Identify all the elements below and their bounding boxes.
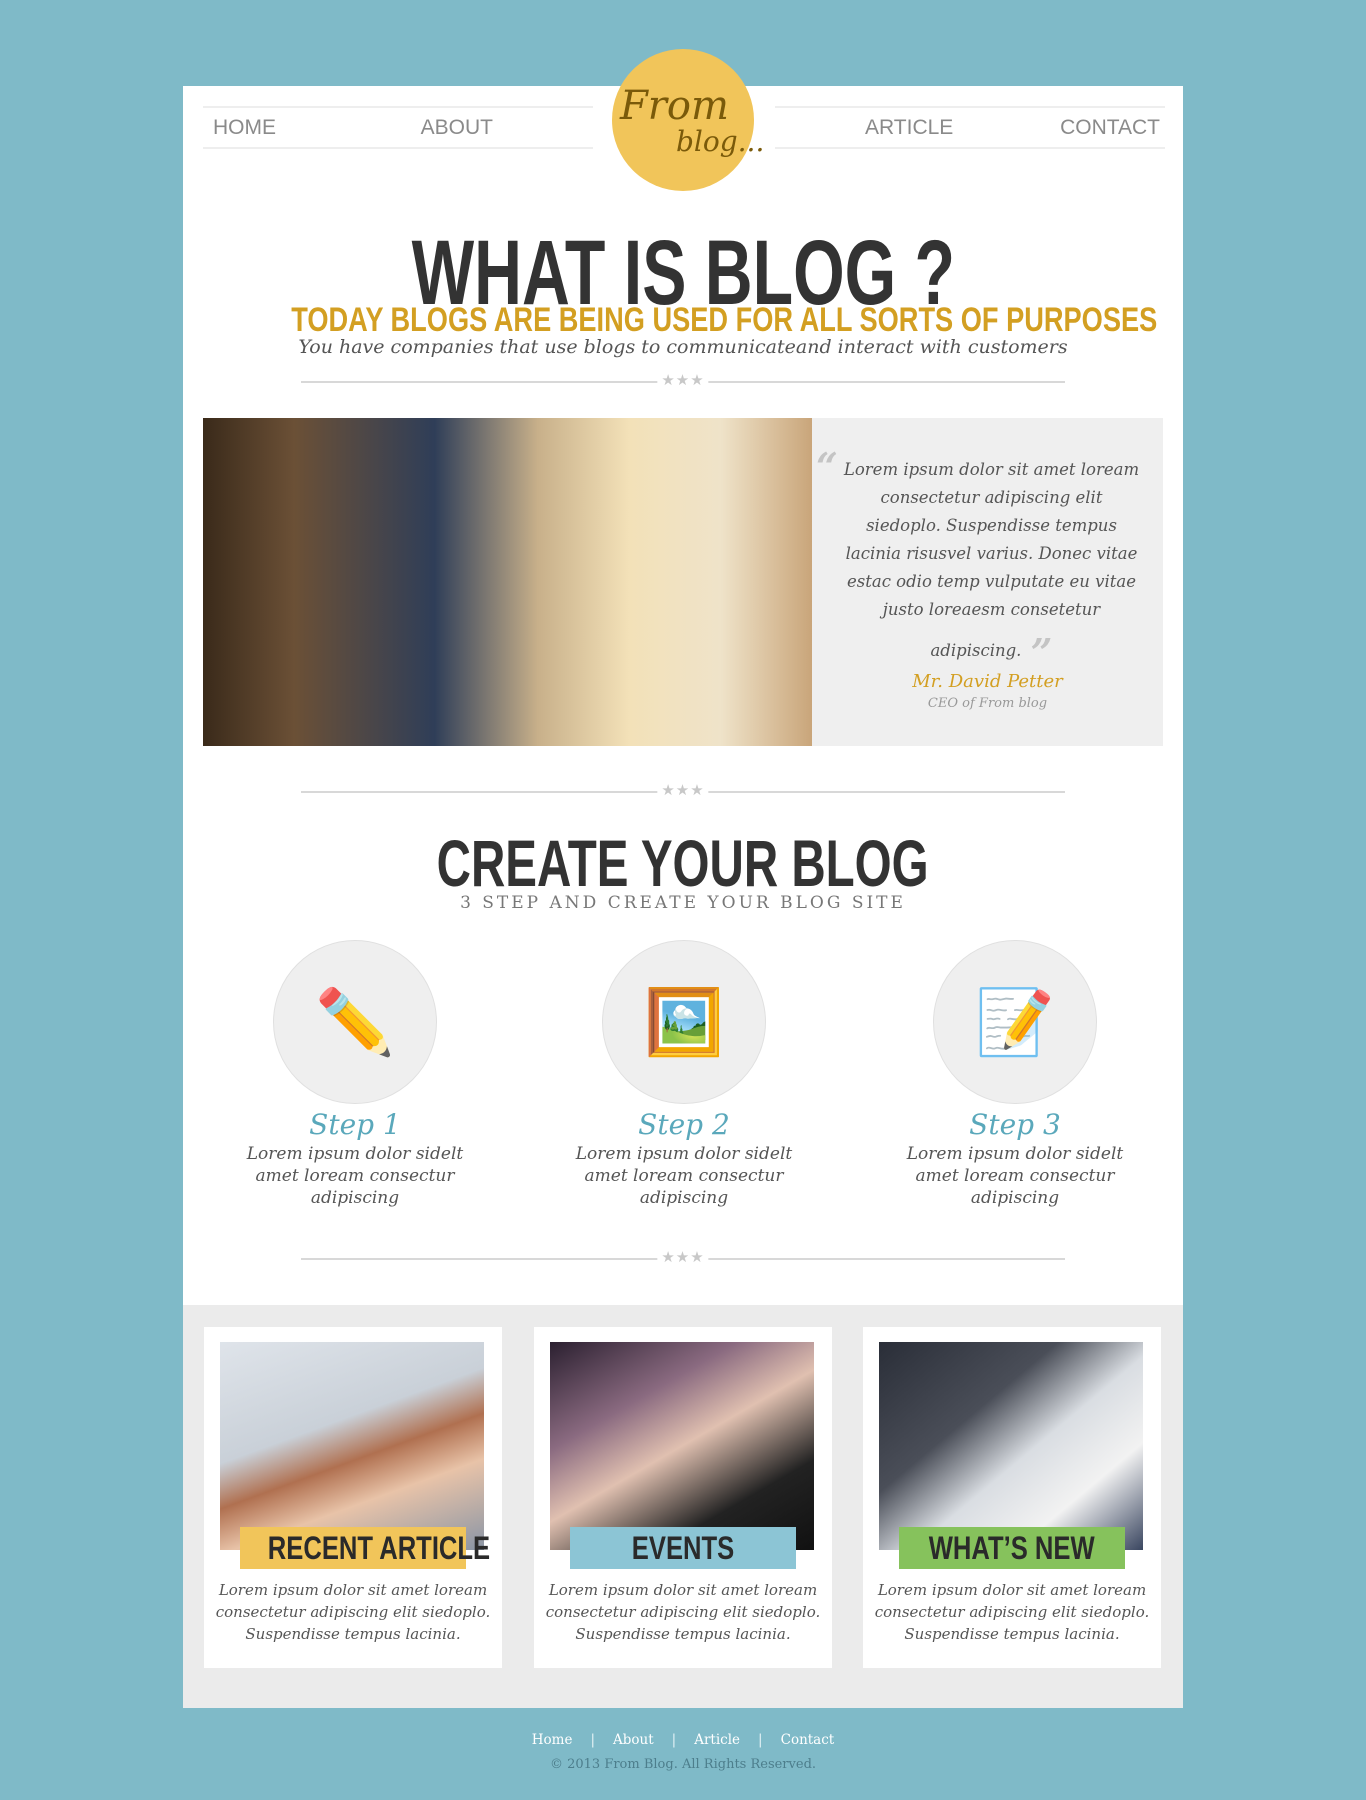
hero-subtitle-text: TODAY BLOGS ARE BEING USED FOR ALL SORTS… xyxy=(291,301,1158,339)
copyright: © 2013 From Blog. All Rights Reserved. xyxy=(549,1757,817,1772)
step-text: Lorem ipsum dolor sidelt amet loream con… xyxy=(906,1144,1124,1208)
pencil-icon: ✏️ xyxy=(273,940,437,1104)
hero-photo xyxy=(203,418,812,746)
card-image xyxy=(879,1342,1143,1550)
step-3: 📝 Step 3 Lorem ipsum dolor sidelt amet l… xyxy=(885,940,1145,1209)
card-label-text: WHAT’S NEW xyxy=(929,1530,1095,1566)
my-blog-icon: 📝 xyxy=(933,940,1097,1104)
hero-subtitle: TODAY BLOGS ARE BEING USED FOR ALL SORTS… xyxy=(183,300,1183,340)
footer-contact[interactable]: Contact xyxy=(781,1732,835,1748)
card-label-text: RECENT ARTICLE xyxy=(267,1530,491,1566)
step-text: Lorem ipsum dolor sidelt amet loream con… xyxy=(575,1144,793,1208)
logo[interactable]: From blog... xyxy=(612,49,764,191)
card-label: RECENT ARTICLE xyxy=(240,1527,490,1569)
create-subtitle: 3 STEP AND CREATE YOUR BLOG SITE xyxy=(460,893,906,913)
open-quote-icon: “ xyxy=(816,444,838,489)
step-1: ✏️ Step 1 Lorem ipsum dolor sidelt amet … xyxy=(225,940,485,1209)
quote-paragraph: “ Lorem ipsum dolor sit amet loream cons… xyxy=(816,448,1141,672)
separator: | xyxy=(758,1732,763,1748)
quote-text: Lorem ipsum dolor sit amet loream consec… xyxy=(843,460,1140,660)
step-label: Step 2 xyxy=(638,1108,730,1141)
close-quote-icon: ” xyxy=(1030,630,1053,675)
nav-right: ARTICLE CONTACT xyxy=(775,106,1165,149)
card-label-text: EVENTS xyxy=(631,1530,735,1566)
footer-home[interactable]: Home xyxy=(532,1732,573,1748)
card-text: Lorem ipsum dolor sit amet loream consec… xyxy=(215,1581,491,1643)
card-label: EVENTS xyxy=(570,1527,796,1569)
step-icon-glyph: 📝 xyxy=(975,985,1055,1060)
card-recent-article[interactable]: RECENT ARTICLE Lorem ipsum dolor sit ame… xyxy=(204,1327,502,1668)
divider: ★★★ xyxy=(301,1248,1065,1266)
card-events[interactable]: EVENTS Lorem ipsum dolor sit amet loream… xyxy=(534,1327,832,1668)
card-image xyxy=(550,1342,814,1550)
nav-about[interactable]: ABOUT xyxy=(421,116,493,140)
logo-line-2: blog... xyxy=(676,125,765,158)
card-label: WHAT’S NEW xyxy=(899,1527,1125,1569)
card-text: Lorem ipsum dolor sit amet loream consec… xyxy=(545,1581,821,1643)
quote-author-role: CEO of From blog xyxy=(927,696,1048,711)
step-text: Lorem ipsum dolor sidelt amet loream con… xyxy=(246,1144,464,1208)
testimonial: “ Lorem ipsum dolor sit amet loream cons… xyxy=(812,418,1163,746)
card-text: Lorem ipsum dolor sit amet loream consec… xyxy=(874,1581,1150,1643)
logo-line-1: From xyxy=(620,83,729,129)
separator: | xyxy=(590,1732,596,1748)
create-title-text: CREATE YOUR BLOG xyxy=(437,826,929,900)
create-title: CREATE YOUR BLOG xyxy=(183,828,1183,898)
footer-nav: Home | About | Article | Contact xyxy=(0,1732,1366,1748)
step-2: 🖼️ Step 2 Lorem ipsum dolor sidelt amet … xyxy=(554,940,814,1209)
footer-about[interactable]: About xyxy=(613,1732,654,1748)
page-container: HOME ABOUT ARTICLE CONTACT WHAT IS BLOG … xyxy=(183,86,1183,1708)
quote-author: Mr. David Petter xyxy=(912,671,1063,692)
nav-home[interactable]: HOME xyxy=(213,116,276,140)
card-whats-new[interactable]: WHAT’S NEW Lorem ipsum dolor sit amet lo… xyxy=(863,1327,1161,1668)
nav-left: HOME ABOUT xyxy=(203,106,593,149)
picture-icon: 🖼️ xyxy=(602,940,766,1104)
divider: ★★★ xyxy=(301,371,1065,389)
step-label: Step 1 xyxy=(309,1108,401,1141)
feature-section: RECENT ARTICLE Lorem ipsum dolor sit ame… xyxy=(183,1305,1183,1708)
separator: | xyxy=(671,1732,677,1748)
footer-article[interactable]: Article xyxy=(694,1732,740,1748)
stars-icon: ★★★ xyxy=(657,1248,709,1266)
nav-article[interactable]: ARTICLE xyxy=(865,116,953,140)
step-icon-glyph: 🖼️ xyxy=(644,985,724,1060)
stars-icon: ★★★ xyxy=(657,781,709,799)
divider: ★★★ xyxy=(301,781,1065,799)
card-image xyxy=(220,1342,484,1550)
nav-contact[interactable]: CONTACT xyxy=(1060,116,1160,140)
stars-icon: ★★★ xyxy=(657,371,709,389)
step-icon-glyph: ✏️ xyxy=(315,985,395,1060)
step-label: Step 3 xyxy=(969,1108,1061,1141)
